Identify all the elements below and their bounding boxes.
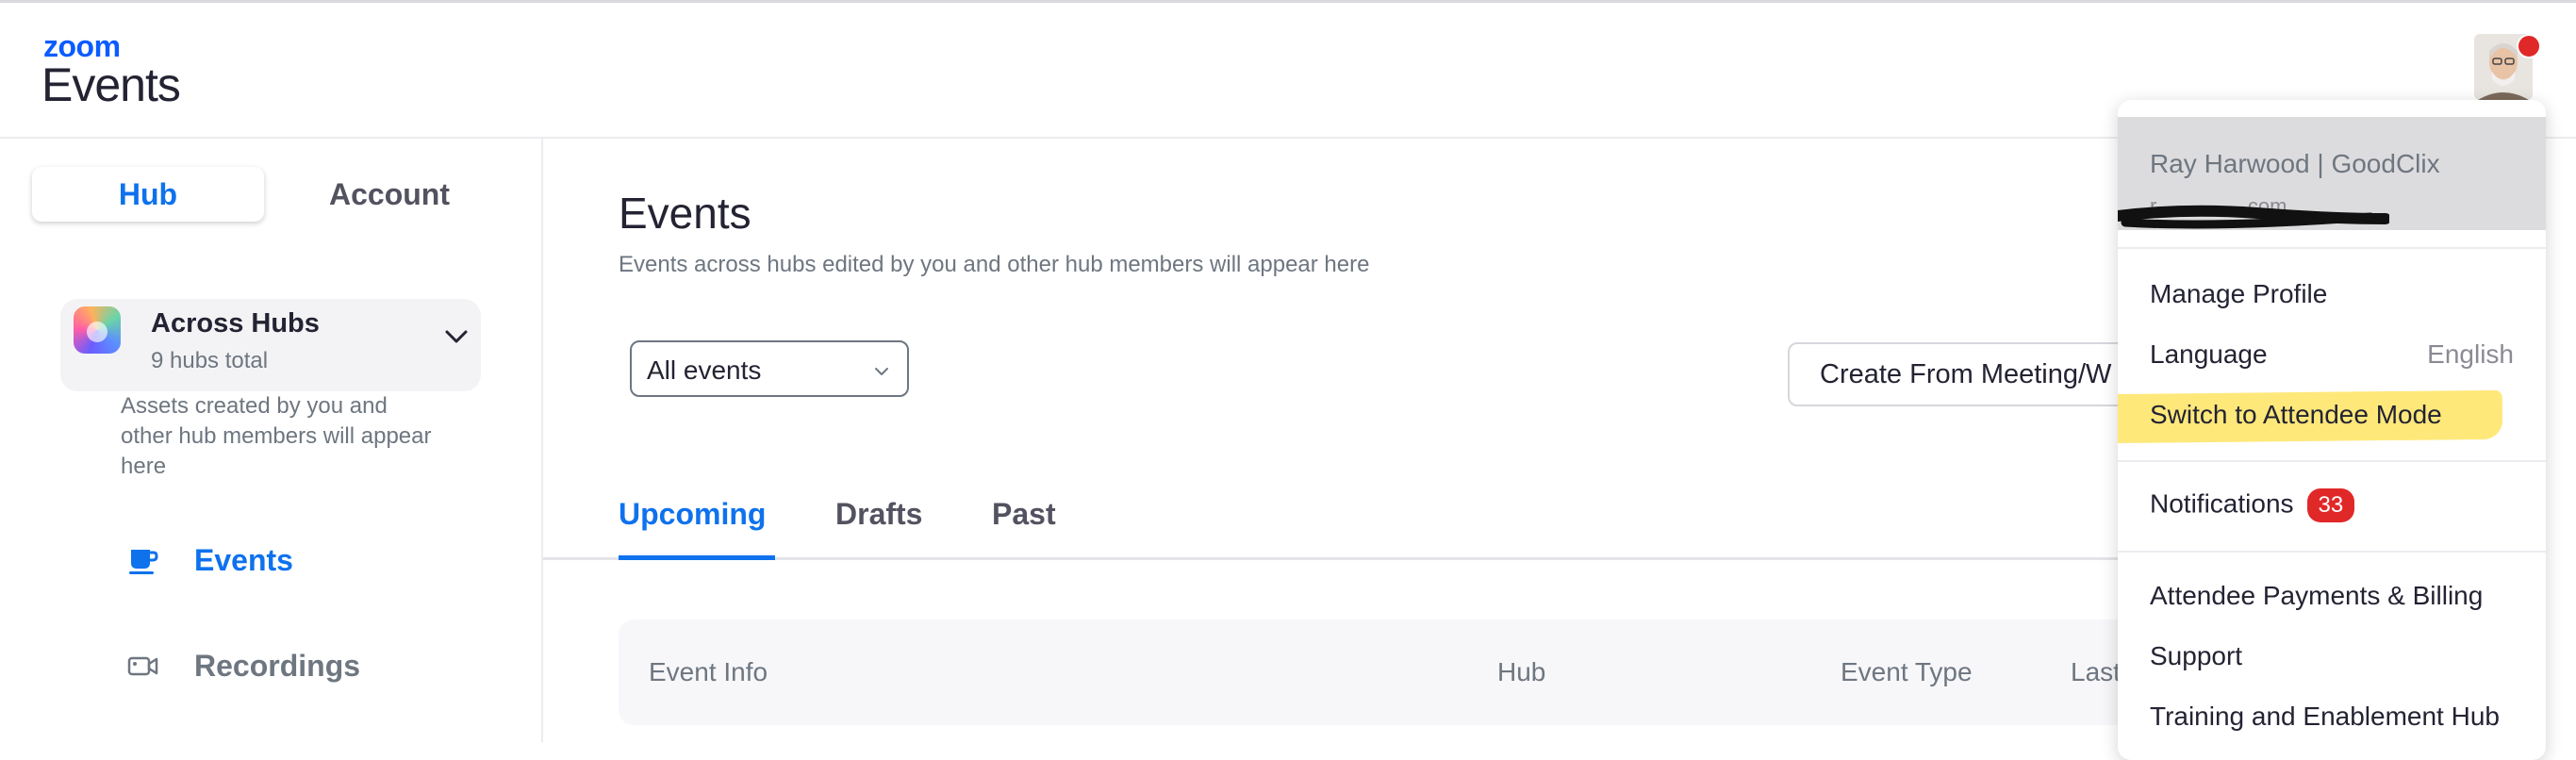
menu-item-payments-billing[interactable]: Attendee Payments & Billing (2150, 581, 2483, 611)
hub-selector-title: Across Hubs (151, 308, 320, 339)
menu-item-training-hub[interactable]: Training and Enablement Hub (2150, 702, 2500, 732)
language-value: English (2427, 339, 2514, 369)
menu-divider (2118, 551, 2546, 553)
tab-hub[interactable]: Hub (32, 167, 264, 222)
tab-upcoming[interactable]: Upcoming (619, 497, 766, 553)
active-tab-indicator (619, 555, 775, 560)
tab-past[interactable]: Past (992, 497, 1056, 553)
sidebar-item-recordings[interactable]: Recordings (126, 642, 360, 689)
chevron-down-icon[interactable] (438, 318, 475, 355)
create-button-label: Create From Meeting/W (1820, 359, 2112, 389)
page-title: Events (619, 189, 751, 238)
menu-divider (2118, 247, 2546, 249)
column-header-event-type[interactable]: Event Type (1841, 657, 1973, 687)
chevron-down-icon (871, 361, 892, 382)
column-header-last[interactable]: Last (2071, 657, 2121, 687)
select-value: All events (647, 355, 762, 385)
create-from-meeting-button[interactable]: Create From Meeting/W (1788, 342, 2165, 406)
menu-item-manage-profile[interactable]: Manage Profile (2150, 279, 2327, 309)
notifications-count-badge: 33 (2306, 488, 2355, 522)
hub-description: Assets created by you and other hub memb… (121, 393, 432, 479)
sidebar-segmented-control: Hub Account (32, 167, 505, 223)
menu-divider (2118, 460, 2546, 462)
profile-name: Ray Harwood | GoodClix (2150, 149, 2440, 178)
sidebar: Hub Account Across Hubs 9 hubs total Ass… (0, 139, 543, 742)
profile-menu-header[interactable]: Ray Harwood | GoodClix r................… (2118, 117, 2546, 230)
menu-item-language[interactable]: Language (2150, 339, 2268, 370)
avatar-status-dot (2517, 34, 2541, 58)
hubs-gradient-icon (74, 306, 121, 354)
menu-item-notifications[interactable]: Notifications 33 (2150, 488, 2355, 522)
column-header-event-info[interactable]: Event Info (649, 657, 768, 687)
sidebar-item-label: Recordings (194, 648, 361, 683)
tab-drafts[interactable]: Drafts (835, 497, 922, 553)
menu-item-switch-attendee-mode[interactable]: Switch to Attendee Mode (2150, 400, 2442, 430)
coffee-cup-icon (126, 543, 160, 577)
redaction-scribble (2118, 205, 2389, 229)
video-camera-icon (126, 649, 160, 683)
menu-item-support[interactable]: Support (2150, 641, 2242, 671)
hub-selector[interactable]: Across Hubs 9 hubs total (60, 299, 481, 391)
sidebar-item-label: Events (194, 542, 293, 577)
hub-selector-subtitle: 9 hubs total (151, 348, 269, 373)
sidebar-item-events[interactable]: Events (126, 537, 293, 584)
column-header-hub[interactable]: Hub (1497, 657, 1545, 687)
notifications-label: Notifications (2150, 488, 2294, 519)
app-title[interactable]: Events (41, 58, 181, 112)
profile-menu: Ray Harwood | GoodClix r................… (2118, 100, 2546, 760)
page-subtitle: Events across hubs edited by you and oth… (619, 252, 1370, 277)
events-filter-select[interactable]: All events (630, 340, 909, 397)
tab-account[interactable]: Account (273, 167, 505, 222)
